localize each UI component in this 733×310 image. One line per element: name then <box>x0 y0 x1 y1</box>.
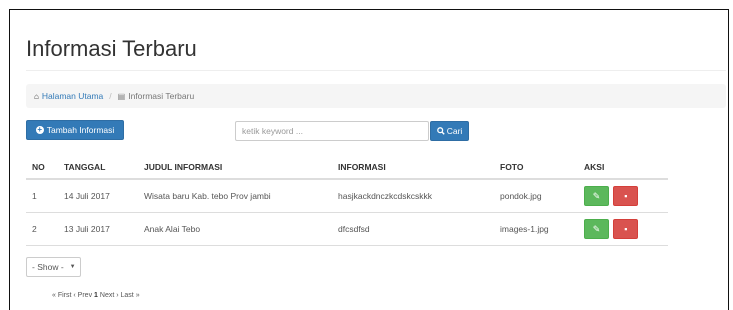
cell-no: 1 <box>26 179 58 213</box>
trash-icon: ▪ <box>624 224 628 234</box>
search-placeholder: ketik keyword ... <box>242 126 303 136</box>
trash-icon: ▪ <box>624 191 628 201</box>
caret-down-icon: ▼ <box>69 264 76 270</box>
breadcrumb: ⌂ Halaman Utama / ▤ Informasi Terbaru <box>26 84 726 108</box>
search-icon <box>436 127 445 135</box>
file-icon: ▤ <box>117 91 126 101</box>
breadcrumb-current: Informasi Terbaru <box>128 91 195 101</box>
pagination-next[interactable]: Next › <box>100 292 119 299</box>
cell-aksi: ✎ ▪ <box>578 212 668 246</box>
pagination-current: 1 <box>94 292 98 299</box>
show-select-value: - Show - <box>32 262 64 272</box>
edit-button[interactable]: ✎ <box>584 186 609 206</box>
header-judul: JUDUL INFORMASI <box>138 156 332 180</box>
information-table: NO TANGGAL JUDUL INFORMASI INFORMASI FOT… <box>26 156 668 246</box>
cell-aksi: ✎ ▪ <box>578 179 668 213</box>
header-informasi: INFORMASI <box>332 156 494 180</box>
cell-foto: pondok.jpg <box>494 179 578 213</box>
cell-tanggal: 13 Juli 2017 <box>58 212 138 246</box>
page-title: Informasi Terbaru <box>26 36 197 61</box>
pencil-icon: ✎ <box>592 223 601 234</box>
header-foto: FOTO <box>494 156 578 180</box>
edit-button[interactable]: ✎ <box>584 219 609 239</box>
add-information-button[interactable]: + Tambah Informasi <box>26 120 124 140</box>
add-information-label: Tambah Informasi <box>46 125 115 135</box>
search-button[interactable]: Cari <box>430 121 469 141</box>
plus-circle-icon: + <box>35 125 44 134</box>
delete-button[interactable]: ▪ <box>613 219 639 239</box>
pagination-last[interactable]: Last » <box>121 292 140 299</box>
search-input[interactable]: ketik keyword ... <box>235 121 429 141</box>
delete-button[interactable]: ▪ <box>613 186 639 206</box>
table-row: 1 14 Juli 2017 Wisata baru Kab. tebo Pro… <box>26 179 668 213</box>
header-tanggal: TANGGAL <box>58 156 138 180</box>
header-no: NO <box>26 156 58 180</box>
cell-tanggal: 14 Juli 2017 <box>58 179 138 213</box>
cell-no: 2 <box>26 212 58 246</box>
table-header-row: NO TANGGAL JUDUL INFORMASI INFORMASI FOT… <box>26 156 668 180</box>
breadcrumb-home-link[interactable]: Halaman Utama <box>42 91 103 101</box>
cell-informasi: hasjkackdnczkcdskcskkk <box>332 179 494 213</box>
title-divider <box>26 70 726 71</box>
cell-foto: images-1.jpg <box>494 212 578 246</box>
pagination-prev[interactable]: ‹ Prev <box>73 292 92 299</box>
pencil-icon: ✎ <box>592 190 601 201</box>
pagination-first[interactable]: « First <box>52 292 71 299</box>
home-icon: ⌂ <box>34 91 39 101</box>
cell-informasi: dfcsdfsd <box>332 212 494 246</box>
pagination: « First ‹ Prev 1 Next › Last » <box>52 292 140 299</box>
cell-judul: Anak Alai Tebo <box>138 212 332 246</box>
table-row: 2 13 Juli 2017 Anak Alai Tebo dfcsdfsd i… <box>26 212 668 246</box>
breadcrumb-separator: / <box>109 91 112 101</box>
show-select[interactable]: - Show - ▼ <box>26 257 81 277</box>
cell-judul: Wisata baru Kab. tebo Prov jambi <box>138 179 332 213</box>
search-button-label: Cari <box>446 126 463 136</box>
header-aksi: AKSI <box>578 156 668 180</box>
